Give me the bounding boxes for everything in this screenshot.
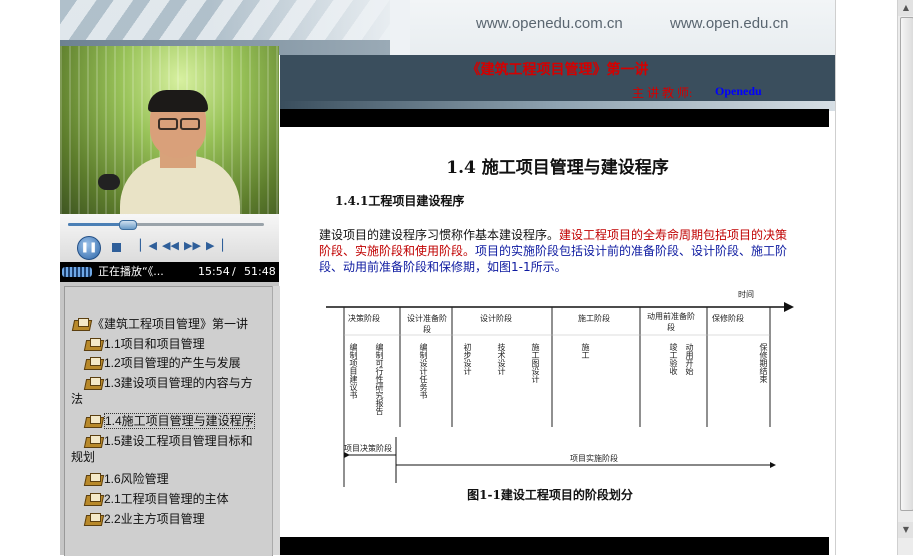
book-icon xyxy=(85,414,102,427)
content-divider-bottom xyxy=(280,537,829,555)
toc-list: 《建筑工程项目管理》第一讲 1.1项目和项目管理 1.2项目管理的产生与发展 1… xyxy=(64,286,273,556)
task-label: 初步设计 xyxy=(463,343,472,375)
toc-item[interactable]: 1.5建设工程项目管理目标和 xyxy=(85,433,253,449)
book-icon xyxy=(85,376,102,389)
toc-item-label: 1.1项目和项目管理 xyxy=(104,337,205,351)
task-label: 施工图设计 xyxy=(531,343,540,383)
time-label: 时间 xyxy=(738,290,754,299)
subsection-title: 1.4.1工程项目建设程序 xyxy=(335,194,465,208)
url-right-link[interactable]: www.open.edu.cn xyxy=(670,15,788,32)
rewind-icon[interactable]: ◀◀ xyxy=(162,238,179,254)
toc-item-continuation[interactable]: 法 xyxy=(71,391,83,407)
toc-item[interactable]: 《建筑工程项目管理》第一讲 xyxy=(73,316,248,332)
toc-item-selected[interactable]: 1.4施工项目管理与建设程序 xyxy=(85,413,255,429)
lesson-content: 《建筑工程项目管理》第一讲 主 讲 教 师: Openedu 1.4 施工项目管… xyxy=(280,55,835,555)
now-playing-text: 正在播放“《... xyxy=(98,265,164,278)
seek-thumb[interactable] xyxy=(119,220,137,230)
section-title: 1.4 施工项目管理与建设程序 xyxy=(446,158,669,178)
scroll-down-icon[interactable]: ▼ xyxy=(898,522,913,538)
task-label: 编制可行性研究报告 xyxy=(375,343,384,415)
toc-item[interactable]: 2.1工程项目管理的主体 xyxy=(85,491,229,507)
url-left-link[interactable]: www.openedu.com.cn xyxy=(476,15,623,32)
toc-scrollbar[interactable] xyxy=(272,286,280,555)
table-of-contents-panel: 《建筑工程项目管理》第一讲 1.1项目和项目管理 1.2项目管理的产生与发展 1… xyxy=(60,282,280,556)
phase-label: 动用前准备阶段 xyxy=(647,312,695,332)
task-label: 竣工验收 xyxy=(669,343,678,375)
toc-item[interactable]: 1.2项目管理的产生与发展 xyxy=(85,355,241,371)
skip-forward-icon[interactable]: ▶▕ xyxy=(206,238,223,254)
time-current: 15:54 xyxy=(198,265,230,278)
microphone xyxy=(98,174,120,190)
task-label: 技术设计 xyxy=(497,343,506,375)
glasses-left xyxy=(158,118,178,130)
toc-item-label: 2.1工程项目管理的主体 xyxy=(104,492,229,506)
video-frame[interactable] xyxy=(60,46,279,214)
time-separator: / xyxy=(232,265,236,278)
scroll-up-icon[interactable]: ▲ xyxy=(898,0,913,16)
toc-item-label: 1.6风险管理 xyxy=(104,472,169,486)
toc-item[interactable]: 1.1项目和项目管理 xyxy=(85,336,205,352)
time-total: 51:48 xyxy=(244,265,276,278)
toc-item[interactable]: 1.6风险管理 xyxy=(85,471,169,487)
right-page-margin xyxy=(835,0,898,555)
book-icon xyxy=(85,356,102,369)
toc-item-label: 1.5建设工程项目管理目标和 xyxy=(104,434,253,448)
toc-item-label: 1.4施工项目管理与建设程序 xyxy=(104,413,255,429)
teacher-name: Openedu xyxy=(715,84,762,98)
book-icon xyxy=(85,492,102,505)
book-icon xyxy=(85,337,102,350)
task-label: 编制项目建议书 xyxy=(349,343,358,399)
book-icon xyxy=(85,434,102,447)
task-label: 保修期结束 xyxy=(759,343,768,383)
playback-status-bar: 正在播放“《... 15:54 / 51:48 xyxy=(60,262,279,282)
phase-label: 决策阶段 xyxy=(348,314,380,323)
decision-stage-label: 项目决策阶段 xyxy=(344,444,392,453)
figure-caption: 图1-1建设工程项目的阶段划分 xyxy=(467,488,633,502)
toc-item-label: 2.2业主方项目管理 xyxy=(104,512,205,526)
paragraph-intro: 建设项目的建设程序习惯称作基本建设程序。 xyxy=(319,228,560,242)
task-label: 施工 xyxy=(581,343,590,359)
toc-item-label: 1.2项目管理的产生与发展 xyxy=(104,356,241,370)
toc-item-continuation[interactable]: 规划 xyxy=(71,449,95,465)
scroll-thumb[interactable] xyxy=(900,17,913,511)
phase-label: 设计准备阶段 xyxy=(407,314,447,334)
lecturer-hair xyxy=(148,90,208,112)
content-divider-top xyxy=(280,109,829,127)
book-icon xyxy=(85,472,102,485)
toc-item[interactable]: 2.2业主方项目管理 xyxy=(85,511,205,527)
page-scrollbar[interactable]: ▲ ▼ xyxy=(897,0,913,555)
phase-label: 设计阶段 xyxy=(480,314,512,323)
toc-item[interactable]: 1.3建设项目管理的内容与方 xyxy=(85,375,253,391)
fast-forward-icon[interactable]: ▶▶ xyxy=(184,238,201,254)
pause-icon[interactable]: ❚❚ xyxy=(77,236,101,260)
bracket-arrow xyxy=(770,462,776,468)
skip-back-icon[interactable]: ▏◀ xyxy=(140,238,157,254)
lesson-paragraph: 建设项目的建设程序习惯称作基本建设程序。建设工程项目的全寿命周期包括项目的决策阶… xyxy=(319,227,789,275)
book-icon xyxy=(85,512,102,525)
course-title: 《建筑工程项目管理》第一讲 xyxy=(466,62,649,78)
task-label: 编制设计任务书 xyxy=(419,343,428,399)
phase-label: 施工阶段 xyxy=(578,314,610,323)
player-controls: ❚❚ ▏◀ ◀◀ ▶▶ ▶▕ xyxy=(60,214,279,262)
implementation-stage-label: 项目实施阶段 xyxy=(570,454,618,463)
glasses-right xyxy=(180,118,200,130)
task-label: 动用开始 xyxy=(685,343,694,375)
toc-item-label: 1.3建设项目管理的内容与方 xyxy=(104,376,253,390)
time-arrow-head xyxy=(784,302,794,312)
left-page-margin xyxy=(0,0,61,555)
stream-indicator-icon xyxy=(62,267,92,277)
toc-item-label: 《建筑工程项目管理》第一讲 xyxy=(92,317,249,331)
book-icon xyxy=(73,317,90,330)
stop-icon[interactable] xyxy=(112,243,121,252)
phase-label: 保修阶段 xyxy=(712,314,744,323)
stage-diagram: 时间 决策阶段 设计准备阶段 设计阶段 施工阶段 动用前准备阶段 保修阶段 编制… xyxy=(322,287,797,487)
teacher-label: 主 讲 教 师: xyxy=(632,86,693,100)
